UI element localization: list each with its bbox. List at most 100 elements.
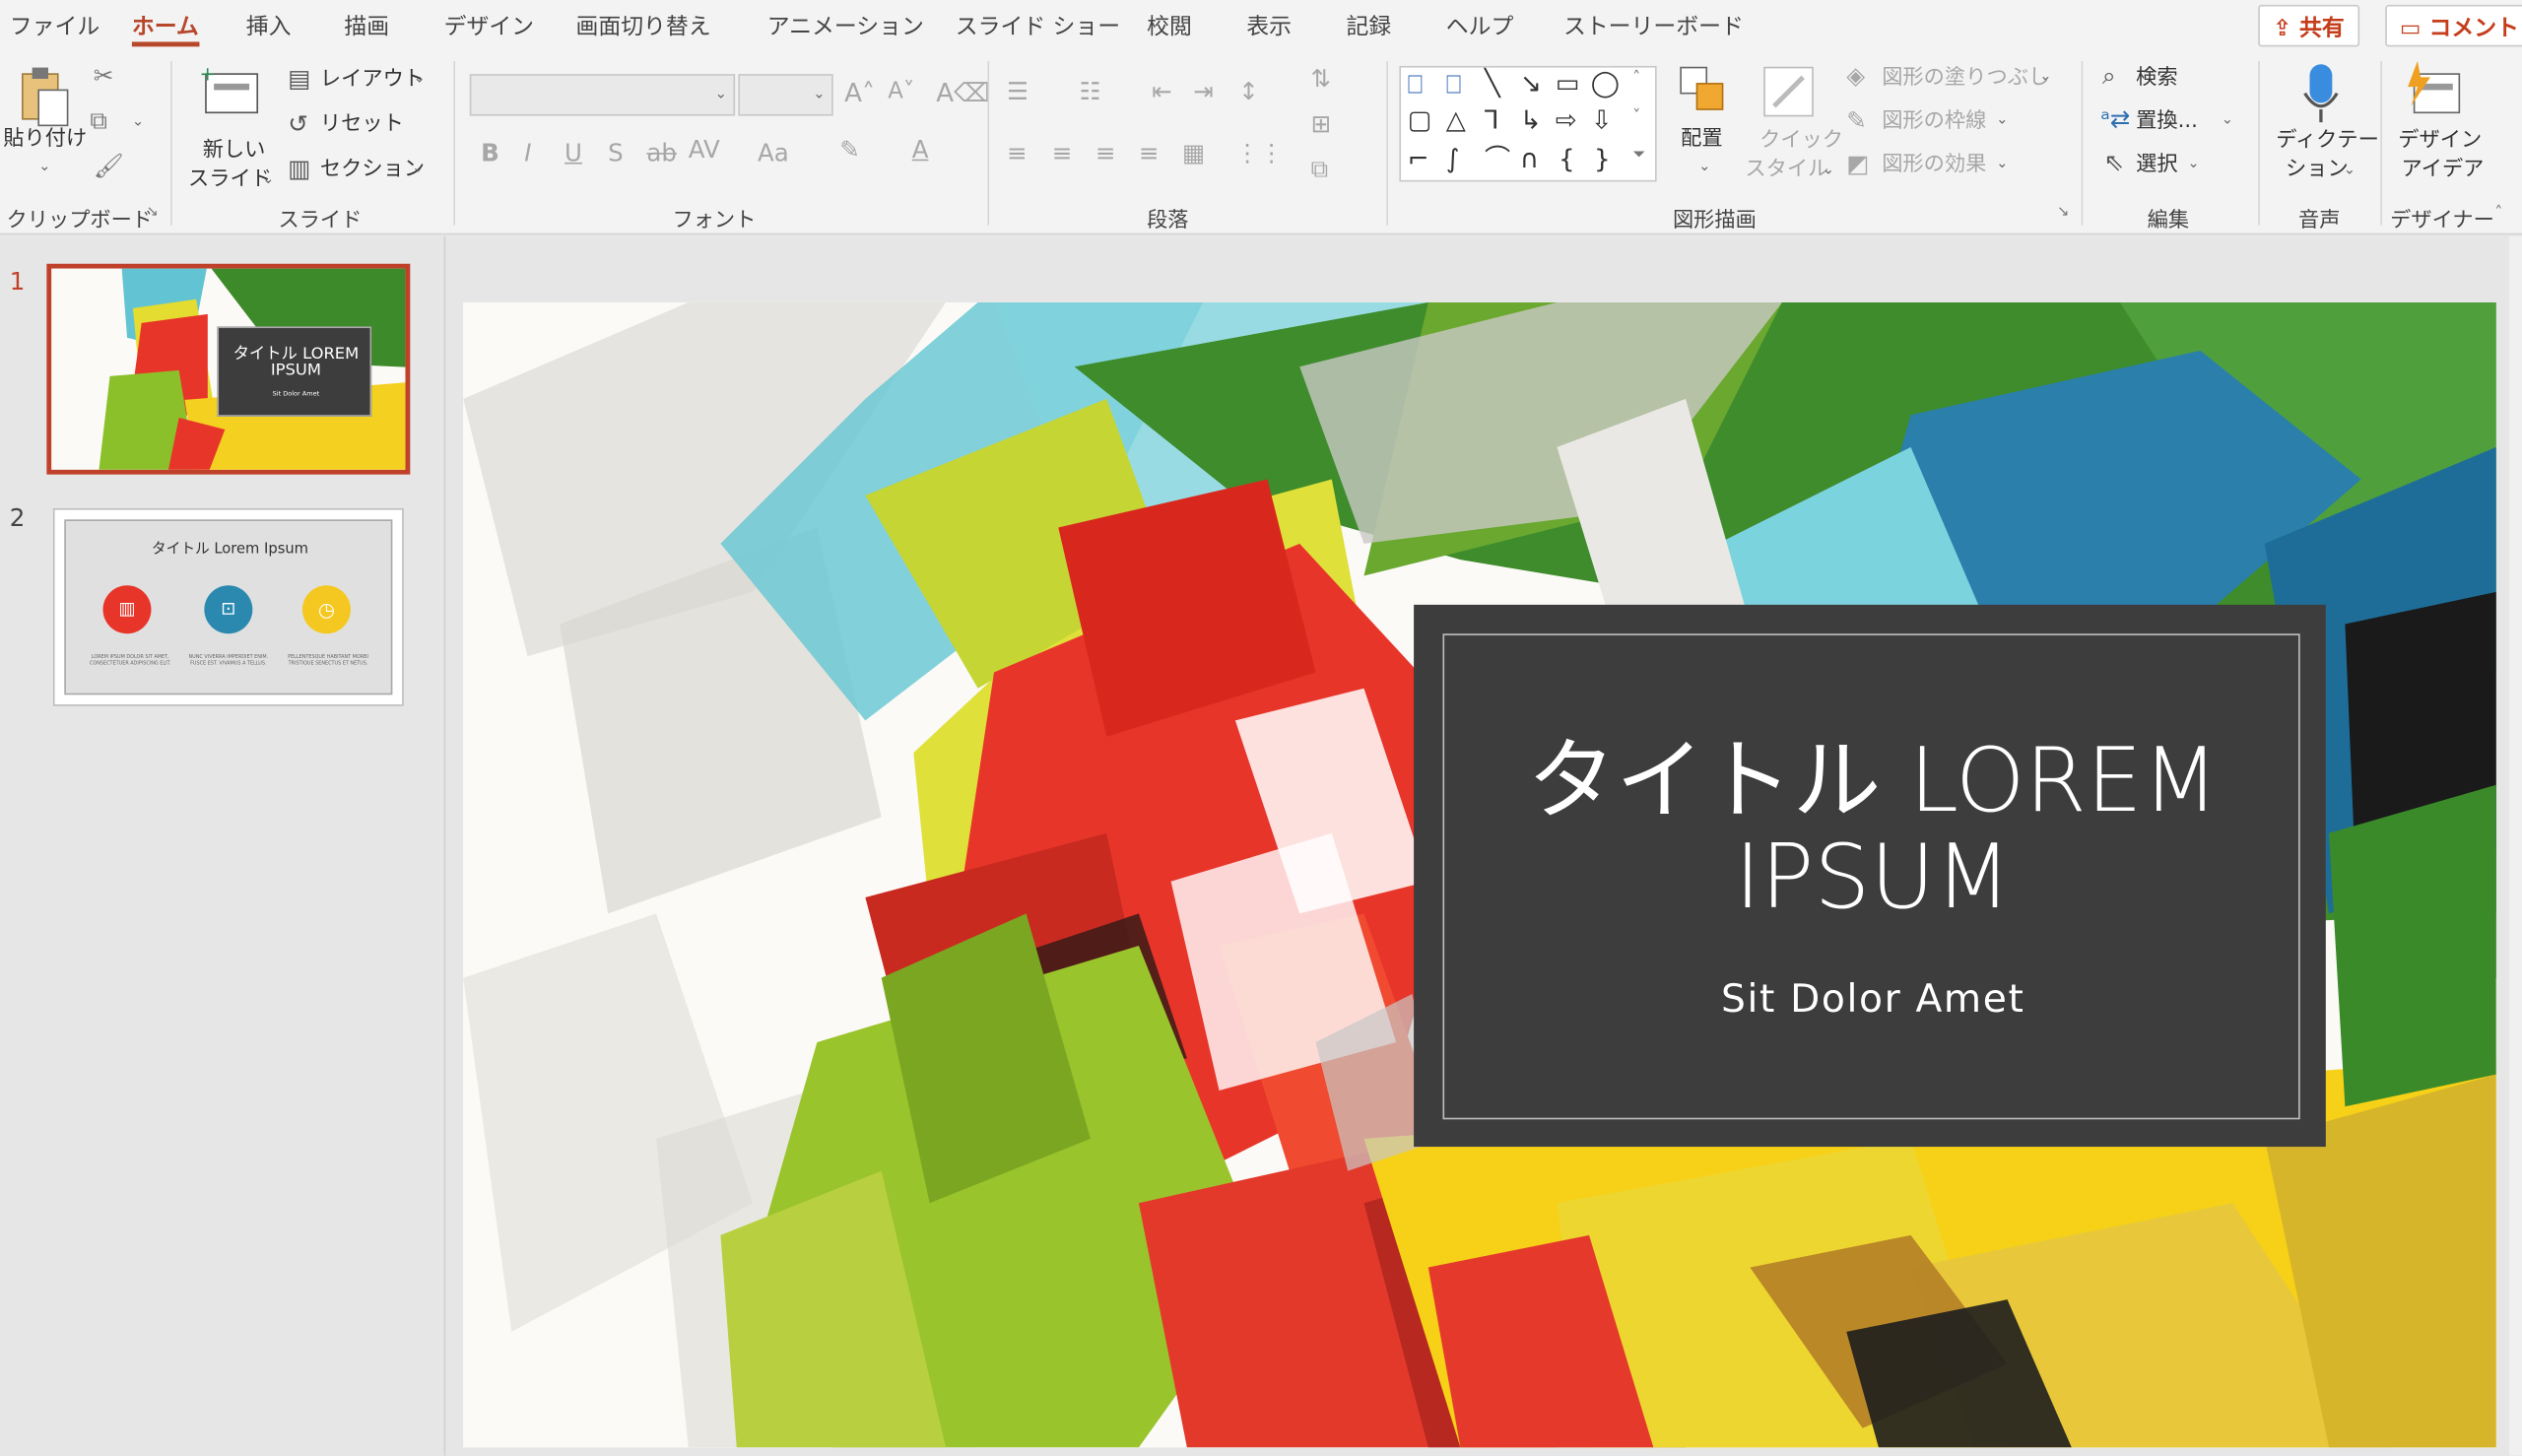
- slide-number: 2: [9, 503, 26, 533]
- numbering-icon[interactable]: ☷: [1080, 80, 1101, 104]
- font-size-combo[interactable]: ⌄: [738, 74, 833, 116]
- gallery-scroll-down-icon[interactable]: ˅: [1632, 108, 1640, 125]
- change-case-icon[interactable]: Aa: [758, 141, 789, 165]
- title-placeholder[interactable]: タイトル LOREM IPSUM Sit Dolor Amet: [1414, 604, 2326, 1148]
- tab-insert[interactable]: 挿入: [246, 10, 292, 42]
- underline-icon[interactable]: U: [564, 141, 582, 165]
- font-name-combo[interactable]: ⌄: [469, 74, 736, 116]
- arrow-line-icon[interactable]: ↘: [1520, 70, 1542, 97]
- rounded-rect-icon[interactable]: ▢: [1408, 107, 1432, 133]
- increase-indent-icon[interactable]: ⇥: [1193, 80, 1214, 104]
- right-arrow-icon[interactable]: ⇨: [1556, 107, 1577, 133]
- tab-draw[interactable]: 描画: [344, 10, 389, 42]
- shrink-font-icon[interactable]: A˅: [888, 81, 914, 103]
- dialog-launcher-icon[interactable]: ↘: [2057, 205, 2069, 221]
- oval-icon[interactable]: ◯: [1591, 70, 1620, 97]
- thumbnail2-caption: LOREM IPSUM DOLOR SIT AMET, CONSECTETUER…: [89, 652, 171, 666]
- align-text-icon[interactable]: ⊞: [1311, 111, 1332, 136]
- tab-file[interactable]: ファイル: [10, 10, 100, 42]
- curve-icon[interactable]: ∩: [1520, 146, 1539, 172]
- dialog-launcher-icon[interactable]: ↘: [147, 205, 159, 221]
- columns-icon[interactable]: ⋮⋮: [1235, 141, 1284, 165]
- smartart-icon[interactable]: ⧉: [1311, 157, 1329, 181]
- scribble-icon[interactable]: ∫: [1446, 146, 1460, 172]
- italic-icon[interactable]: I: [524, 141, 531, 165]
- tab-help[interactable]: ヘルプ: [1446, 10, 1514, 42]
- tab-slideshow[interactable]: スライド ショー: [956, 10, 1120, 42]
- text-box-icon[interactable]: ⎕: [1408, 72, 1424, 98]
- gallery-more-icon[interactable]: ⏷: [1632, 147, 1645, 164]
- strikethrough-icon[interactable]: ab: [646, 141, 677, 165]
- quick-styles-icon: [1763, 66, 1814, 117]
- design-ideas-icon: [2408, 61, 2461, 114]
- tab-home[interactable]: ホーム: [132, 10, 199, 42]
- line-spacing-icon[interactable]: ↕: [1238, 80, 1259, 104]
- triangle-icon[interactable]: △: [1446, 107, 1466, 133]
- font-color-icon[interactable]: A: [912, 138, 929, 162]
- copy-icon[interactable]: ⧉: [90, 108, 107, 133]
- share-icon: ⇪: [2272, 16, 2300, 42]
- text-direction-icon[interactable]: ⇅: [1311, 67, 1332, 92]
- reset-icon: ↺: [288, 109, 308, 139]
- active-tab-indicator: [131, 41, 200, 47]
- chevron-down-icon: ⌄: [413, 70, 426, 88]
- down-arrow-icon[interactable]: ⇩: [1591, 107, 1613, 133]
- shadow-icon[interactable]: S: [608, 141, 624, 165]
- separator: [1386, 61, 1388, 226]
- clear-formatting-icon[interactable]: A⌫: [936, 80, 990, 106]
- copy-dropdown-icon[interactable]: ⌄: [132, 115, 144, 131]
- cut-icon[interactable]: ✂: [94, 63, 114, 88]
- separator: [2380, 61, 2382, 226]
- decrease-indent-icon[interactable]: ⇤: [1152, 80, 1172, 104]
- left-brace-icon[interactable]: {: [1559, 146, 1575, 172]
- line-icon[interactable]: ╲: [1485, 70, 1500, 97]
- collapse-ribbon-icon[interactable]: ˄: [2494, 205, 2502, 222]
- rectangle-icon[interactable]: ▭: [1556, 70, 1580, 97]
- elbow-arrow-icon[interactable]: ↳: [1520, 107, 1542, 133]
- align-left-icon[interactable]: ≡: [1007, 141, 1028, 165]
- tab-design[interactable]: デザイン: [444, 10, 534, 42]
- presentation-icon: ⊡: [204, 585, 253, 634]
- chevron-down-icon: ⌄: [1996, 156, 2009, 172]
- separator: [453, 61, 456, 226]
- tab-storyboard[interactable]: ストーリーボード: [1563, 10, 1744, 42]
- chevron-down-icon: ⌄: [2343, 162, 2356, 179]
- arc-icon[interactable]: ⌒: [1485, 146, 1510, 172]
- distributed-icon[interactable]: ▦: [1182, 141, 1205, 165]
- align-center-icon[interactable]: ≡: [1052, 141, 1073, 165]
- highlight-icon[interactable]: ✎: [839, 138, 860, 162]
- share-button[interactable]: ⇪ 共有: [2258, 4, 2359, 47]
- freeform-icon[interactable]: ⌐: [1408, 146, 1429, 172]
- bullets-icon[interactable]: ☰: [1007, 80, 1029, 104]
- gallery-scroll-up-icon[interactable]: ˄: [1632, 70, 1640, 87]
- slide-thumbnail-2[interactable]: タイトル Lorem Ipsum ▥ ⊡ ◷ LOREM IPSUM DOLOR…: [52, 507, 404, 706]
- tab-animations[interactable]: アニメーション: [767, 10, 924, 42]
- slide-canvas[interactable]: タイトル LOREM IPSUM Sit Dolor Amet: [463, 301, 2496, 1448]
- tab-record[interactable]: 記録: [1347, 10, 1392, 42]
- chevron-down-icon: ⌄: [2187, 156, 2200, 172]
- format-painter-icon[interactable]: 🖌: [94, 154, 124, 178]
- separator: [987, 61, 990, 226]
- elbow-connector-icon[interactable]: ⅂: [1485, 107, 1499, 133]
- bold-icon[interactable]: B: [481, 141, 499, 165]
- grow-font-icon[interactable]: A˄: [844, 80, 875, 106]
- vertical-scrollbar[interactable]: [2508, 235, 2522, 1456]
- slide-subtitle[interactable]: Sit Dolor Amet: [1444, 976, 2301, 1022]
- slide-title[interactable]: タイトル LOREM IPSUM: [1444, 732, 2301, 925]
- tab-transitions[interactable]: 画面切り替え: [575, 10, 710, 42]
- tab-review[interactable]: 校閲: [1147, 10, 1192, 42]
- svg-text:+: +: [199, 64, 215, 85]
- shapes-gallery[interactable]: ⎕ ⎕ ╲ ↘ ▭ ◯ ▢ △ ⅂ ↳ ⇨ ⇩ ⌐ ∫ ⌒ ∩ { } ˄ ˅ …: [1399, 65, 1657, 182]
- arrange-icon: [1680, 66, 1724, 110]
- comment-button[interactable]: ▭ コメント: [2385, 4, 2522, 47]
- align-right-icon[interactable]: ≡: [1095, 141, 1116, 165]
- char-spacing-icon[interactable]: AV: [689, 138, 720, 162]
- chevron-down-icon: ⌄: [262, 171, 275, 189]
- vertical-text-box-icon[interactable]: ⎕: [1446, 72, 1462, 98]
- right-brace-icon[interactable]: }: [1594, 146, 1611, 172]
- chevron-down-icon: ⌄: [2039, 69, 2052, 86]
- slide-thumbnail-1[interactable]: タイトル LOREM IPSUM Sit Dolor Amet: [46, 263, 411, 475]
- justify-icon[interactable]: ≡: [1139, 141, 1160, 165]
- section-icon: ▥: [288, 154, 311, 184]
- tab-view[interactable]: 表示: [1246, 10, 1292, 42]
